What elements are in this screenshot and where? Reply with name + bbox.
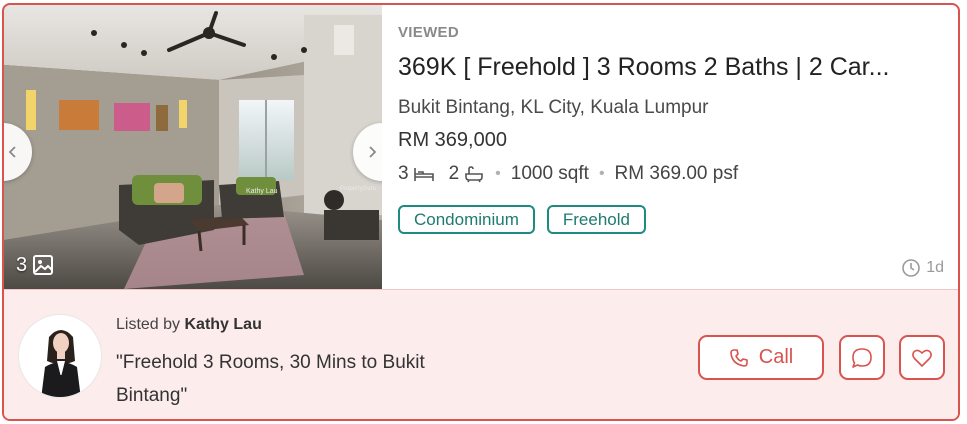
phone-icon [729,348,748,367]
chat-button[interactable] [839,335,885,380]
price-per-sqft: RM 369.00 psf [614,163,739,184]
photo-count: 3 [16,253,28,276]
call-button-label: Call [758,346,794,368]
listing-tags: Condominium Freehold [398,205,646,234]
spec-separator: • [598,165,605,182]
viewed-status: VIEWED [398,24,459,41]
listed-by-prefix: Listed by [116,316,181,333]
bathroom-count: 2 [449,163,486,185]
heart-icon [912,349,932,367]
listing-details: VIEWED 369K [ Freehold ] 3 Rooms 2 Baths… [398,5,958,289]
listing-card[interactable]: Kathy Lau PropertyGuru 3 VIEWED 369K [F… [2,3,960,421]
agent-avatar[interactable] [18,314,102,398]
bathroom-count-value: 2 [448,163,460,184]
image-icon [33,255,54,275]
listed-by: Listed by Kathy Lau [116,316,262,334]
tag-property-type: Condominium [398,205,535,234]
chevron-left-icon [8,146,16,158]
chat-icon [852,347,872,368]
bed-icon [413,168,434,181]
clock-icon [902,259,921,277]
watermark-agent: Kathy Lau [246,188,278,195]
living-room-photo: Kathy Lau PropertyGuru [4,5,382,289]
listing-specs: 3 2 • 1000 sqft • RM 369.00 psf [398,163,738,185]
agent-footer: Listed by Kathy Lau "Freehold 3 Rooms, 3… [4,289,958,419]
bedroom-count-value: 3 [398,163,409,184]
listing-title[interactable]: 369K [ Freehold ] 3 Rooms 2 Baths | 2 Ca… [398,53,943,82]
spec-separator: • [495,165,501,182]
listing-address: Bukit Bintang, KL City, Kuala Lumpur [398,97,709,118]
watermark-brand: PropertyGuru [340,186,376,192]
agent-quote: "Freehold 3 Rooms, 30 Mins to Bukit Bint… [116,352,425,406]
listing-photo[interactable]: Kathy Lau PropertyGuru 3 [4,5,382,289]
listing-age: 1d [901,258,944,278]
chevron-right-icon [369,146,377,158]
photo-count-badge: 3 [16,253,55,277]
call-button[interactable]: Call [698,335,824,380]
bedroom-count: 3 [398,163,435,185]
listing-price: RM 369,000 [398,129,507,151]
floor-size: 1000 sqft [510,163,589,184]
tag-tenure: Freehold [546,205,646,234]
agent-photo [19,315,101,397]
listing-age-text: 1d [926,259,944,276]
agent-name[interactable]: Kathy Lau [185,316,262,333]
bathtub-icon [465,166,483,183]
favorite-button[interactable] [899,335,945,380]
